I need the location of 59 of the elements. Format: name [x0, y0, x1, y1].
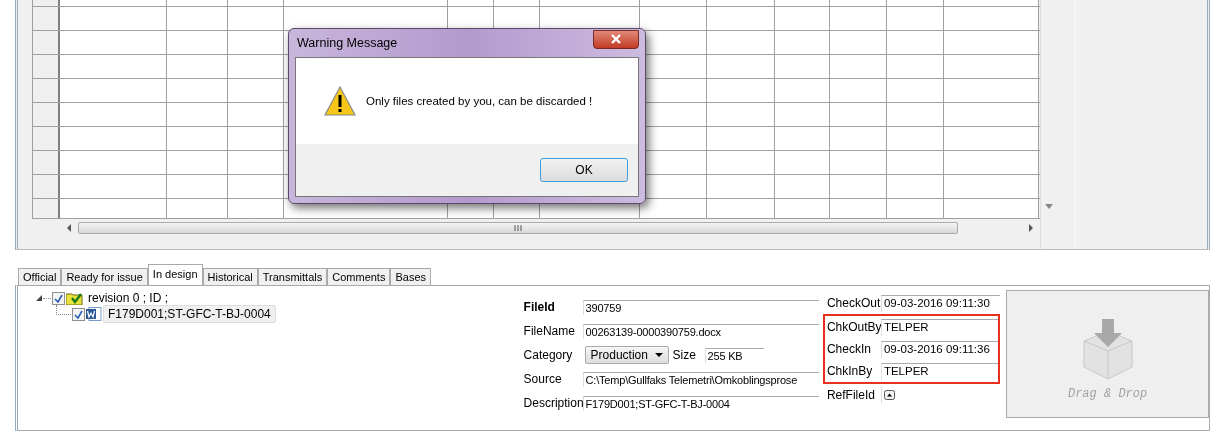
collapse-icon[interactable]: [36, 295, 42, 301]
row-header[interactable]: [32, 103, 60, 126]
scroll-down-icon[interactable]: [1044, 204, 1053, 209]
tab[interactable]: In design: [147, 264, 203, 285]
text-field[interactable]: F179D001;ST-GFC-T-BJ-0004: [582, 395, 819, 411]
row-header[interactable]: [32, 127, 60, 150]
row-header[interactable]: [32, 0, 60, 6]
spin-up-button[interactable]: [883, 390, 895, 400]
text-field[interactable]: C:\Temp\Gullfaks Telemetri\Omkoblingsprose: [582, 371, 819, 387]
field-label: ChkOutBy: [826, 320, 881, 334]
checkbox[interactable]: [72, 307, 85, 321]
row-header[interactable]: [32, 199, 60, 218]
warning-icon: [324, 86, 356, 116]
caret-icon: [654, 353, 663, 357]
document-icon: [86, 307, 102, 321]
row-header[interactable]: [32, 7, 60, 30]
drop-label: Drag & Drop: [1067, 387, 1148, 401]
scroll-left-icon[interactable]: [66, 223, 72, 232]
row-header[interactable]: [32, 79, 60, 102]
close-icon: [610, 34, 622, 44]
tree-item[interactable]: revision 0 ; ID ;: [84, 290, 173, 306]
field-label: Source: [523, 372, 563, 386]
row-header[interactable]: [32, 31, 60, 54]
ok-button[interactable]: OK: [540, 158, 628, 182]
tab[interactable]: Comments: [327, 268, 391, 285]
field-label: CheckIn: [826, 342, 872, 356]
category-dropdown[interactable]: Production: [584, 346, 669, 364]
tab[interactable]: Bases: [390, 268, 431, 285]
tree-item[interactable]: F179D001;ST-GFC-T-BJ-0004: [103, 305, 276, 323]
field-label: FileId: [523, 300, 556, 314]
text-field[interactable]: 09-03-2016 09:11:30: [880, 294, 1001, 312]
scrollbar-thumb[interactable]: [78, 221, 958, 234]
row-header[interactable]: [32, 55, 60, 78]
text-field[interactable]: 00263139-0000390759.docx: [582, 323, 819, 339]
checkbox[interactable]: [52, 291, 65, 305]
text-field[interactable]: TELPER: [880, 362, 999, 380]
text-field[interactable]: TELPER: [880, 318, 999, 336]
tab[interactable]: Official: [18, 268, 62, 285]
scroll-right-icon[interactable]: [1028, 223, 1034, 232]
field-label: ChkInBy: [826, 364, 874, 378]
field-label: Category: [523, 348, 574, 362]
field-label: FileName: [523, 324, 576, 338]
close-button[interactable]: [593, 29, 639, 49]
folder-icon: [66, 291, 83, 305]
field-label: RefFileId: [826, 388, 876, 402]
text-field[interactable]: 390759: [582, 299, 819, 315]
grip-icon: [514, 224, 522, 231]
tab[interactable]: Transmittals: [257, 268, 328, 285]
dialog-title: Warning Message: [297, 36, 398, 50]
tab[interactable]: Ready for issue: [61, 268, 148, 285]
tab[interactable]: Historical: [202, 268, 258, 285]
row-header[interactable]: [32, 151, 60, 174]
size-field[interactable]: 255 KB: [704, 347, 764, 363]
row-header[interactable]: [32, 175, 60, 198]
field-label: Size: [672, 348, 697, 362]
dialog-message: Only files created by you, can be discarded !: [366, 95, 593, 107]
field-label: Description: [523, 396, 583, 410]
field-label: CheckOut: [826, 296, 881, 310]
text-field[interactable]: 09-03-2016 09:11:36: [880, 340, 999, 358]
